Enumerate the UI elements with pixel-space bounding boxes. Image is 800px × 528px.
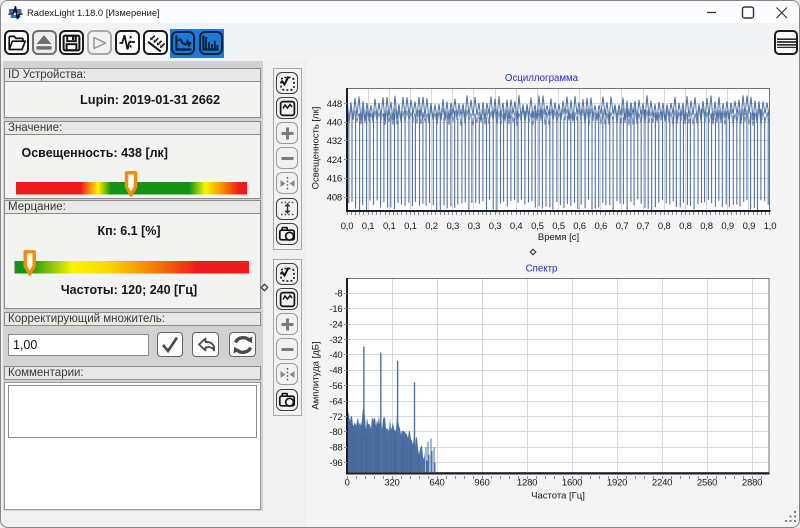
svg-text:448: 448: [327, 99, 342, 110]
svg-text:-48: -48: [329, 366, 342, 377]
svg-text:0,8: 0,8: [679, 221, 692, 232]
svg-text:640: 640: [429, 478, 444, 489]
svg-text:-40: -40: [329, 350, 342, 361]
svg-text:-96: -96: [329, 458, 342, 469]
svg-text:1920: 1920: [607, 478, 627, 489]
svg-text:0,2: 0,2: [425, 221, 438, 232]
svg-text:2560: 2560: [697, 478, 717, 489]
svg-text:-56: -56: [329, 381, 342, 392]
svg-text:-16: -16: [329, 304, 342, 315]
svg-text:0,8: 0,8: [700, 221, 713, 232]
svg-text:1,0: 1,0: [764, 221, 777, 232]
svg-text:-88: -88: [329, 443, 342, 454]
svg-text:Осциллограмма: Осциллограмма: [505, 73, 579, 84]
svg-text:320: 320: [384, 478, 399, 489]
svg-text:0,5: 0,5: [552, 221, 565, 232]
svg-text:-64: -64: [329, 396, 342, 407]
svg-text:1280: 1280: [517, 478, 537, 489]
svg-text:2240: 2240: [652, 478, 672, 489]
svg-text:Освещенность [лк]: Освещенность [лк]: [311, 107, 322, 190]
svg-text:0,1: 0,1: [404, 221, 417, 232]
svg-text:0,3: 0,3: [489, 221, 502, 232]
svg-text:Частота [Гц]: Частота [Гц]: [531, 491, 585, 502]
svg-text:0,3: 0,3: [468, 221, 481, 232]
svg-text:-80: -80: [329, 427, 342, 438]
svg-text:Время [с]: Время [с]: [538, 232, 579, 243]
svg-text:0,6: 0,6: [573, 221, 586, 232]
svg-text:0,7: 0,7: [616, 221, 629, 232]
svg-text:0,6: 0,6: [594, 221, 607, 232]
svg-text:-32: -32: [329, 335, 342, 346]
svg-text:2880: 2880: [742, 478, 762, 489]
svg-text:424: 424: [327, 155, 342, 166]
svg-text:-24: -24: [329, 320, 342, 331]
svg-text:0: 0: [344, 478, 349, 489]
svg-text:Амплитуда [дБ]: Амплитуда [дБ]: [311, 341, 322, 409]
svg-text:0,9: 0,9: [721, 221, 734, 232]
svg-text:0,8: 0,8: [658, 221, 671, 232]
svg-text:0,4: 0,4: [510, 221, 523, 232]
svg-text:0,5: 0,5: [531, 221, 544, 232]
svg-text:416: 416: [327, 174, 342, 185]
svg-text:Спектр: Спектр: [526, 264, 558, 275]
svg-text:960: 960: [474, 478, 489, 489]
svg-text:-8: -8: [334, 289, 342, 300]
svg-text:0,3: 0,3: [446, 221, 459, 232]
svg-text:432: 432: [327, 136, 342, 147]
svg-text:0,9: 0,9: [743, 221, 756, 232]
svg-text:0,1: 0,1: [362, 221, 375, 232]
svg-text:1600: 1600: [562, 478, 582, 489]
svg-text:408: 408: [327, 192, 342, 203]
svg-text:-72: -72: [329, 412, 342, 423]
svg-text:0,0: 0,0: [341, 221, 354, 232]
svg-text:0,1: 0,1: [383, 221, 396, 232]
svg-text:440: 440: [327, 118, 342, 129]
svg-text:0,7: 0,7: [637, 221, 650, 232]
